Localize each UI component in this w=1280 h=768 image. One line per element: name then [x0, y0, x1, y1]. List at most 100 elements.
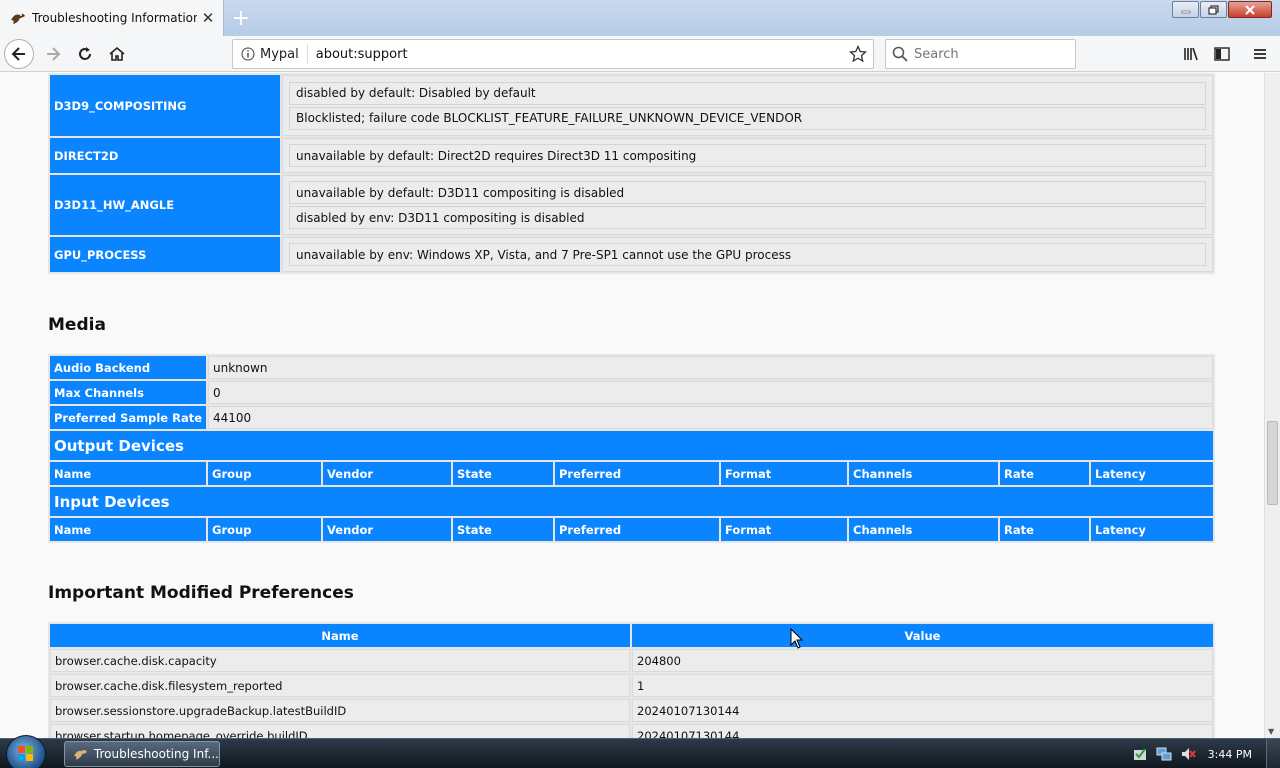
hamburger-menu-icon — [1254, 49, 1266, 59]
prefs-name-header[interactable]: Name — [50, 624, 630, 647]
table-row: Output Devices — [50, 431, 1213, 460]
minimize-button[interactable] — [1172, 1, 1199, 18]
media-value: 0 — [208, 381, 1213, 404]
start-button[interactable] — [6, 735, 46, 768]
reload-button[interactable] — [70, 39, 100, 69]
volume-muted-icon[interactable] — [1180, 746, 1196, 762]
feature-name: GPU_PROCESS — [50, 237, 280, 272]
media-label: Max Channels — [50, 381, 206, 404]
pref-value: 20240107130144 — [632, 699, 1213, 722]
feature-value: unavailable by env: Windows XP, Vista, a… — [289, 243, 1206, 266]
taskbar-item-label: Troubleshooting Inf... — [93, 747, 219, 761]
column-header: Name — [50, 462, 206, 485]
prefs-value-header[interactable]: Value — [632, 624, 1213, 647]
column-header: Preferred — [555, 462, 719, 485]
table-row: Name Group Vendor State Preferred Format… — [50, 462, 1213, 485]
table-row: Input Devices — [50, 487, 1213, 516]
column-header: Format — [721, 462, 847, 485]
pref-name: browser.startup.homepage_override.buildI… — [50, 724, 630, 738]
url-input[interactable] — [315, 46, 836, 62]
prefs-table: Name Value browser.cache.disk.capacity 2… — [48, 622, 1215, 738]
media-label: Audio Backend — [50, 356, 206, 379]
table-row: Name Group Vendor State Preferred Format… — [50, 518, 1213, 541]
media-section-title: Media — [48, 315, 106, 335]
home-icon — [109, 46, 125, 61]
column-header: Vendor — [323, 462, 451, 485]
taskbar: Troubleshooting Inf... 3:44 PM — [0, 735, 1280, 768]
back-button[interactable] — [4, 39, 34, 69]
scrollbar-thumb[interactable] — [1267, 421, 1278, 505]
library-button[interactable] — [1176, 39, 1206, 69]
scroll-down-arrow-icon[interactable]: ▼ — [1268, 727, 1274, 736]
feature-value: unavailable by default: D3D11 compositin… — [289, 181, 1206, 204]
restore-button[interactable] — [1200, 1, 1227, 18]
identity-box[interactable]: Mypal — [233, 44, 308, 64]
feature-values: unavailable by env: Windows XP, Vista, a… — [282, 237, 1213, 272]
new-tab-button[interactable]: + — [228, 5, 254, 31]
table-row: Name Value — [50, 624, 1213, 647]
feature-value: Blocklisted; failure code BLOCKLIST_FEAT… — [289, 106, 1206, 130]
pref-value: 1 — [632, 674, 1213, 697]
network-icon[interactable] — [1156, 746, 1172, 762]
clock[interactable]: 3:44 PM — [1208, 748, 1252, 761]
pref-name: browser.cache.disk.filesystem_reported — [50, 674, 630, 697]
reload-icon — [79, 47, 91, 60]
search-bar[interactable] — [885, 39, 1076, 69]
restore-icon — [1207, 4, 1219, 15]
menu-button[interactable] — [1245, 39, 1275, 69]
column-header: Latency — [1091, 462, 1213, 485]
media-value: unknown — [208, 356, 1213, 379]
table-row: GPU_PROCESS unavailable by env: Windows … — [50, 237, 1213, 272]
table-row: DIRECT2D unavailable by default: Direct2… — [50, 138, 1213, 173]
title-bar: Troubleshooting Information ✕ + — [0, 0, 1280, 36]
pref-name: browser.cache.disk.capacity — [50, 649, 630, 672]
forward-button[interactable] — [38, 39, 68, 69]
column-header: Latency — [1091, 518, 1213, 541]
pref-value: 204800 — [632, 649, 1213, 672]
bookmark-star-icon[interactable] — [849, 45, 867, 63]
column-header: State — [453, 518, 553, 541]
info-icon — [241, 47, 255, 61]
column-header: Format — [721, 518, 847, 541]
system-tray: 3:44 PM — [1128, 739, 1280, 768]
feature-name: DIRECT2D — [50, 138, 280, 173]
security-check-icon[interactable] — [1132, 746, 1148, 762]
url-bar[interactable]: Mypal — [232, 39, 874, 69]
feature-name: D3D11_HW_ANGLE — [50, 175, 280, 235]
close-window-button[interactable] — [1228, 1, 1272, 18]
pref-name: browser.sessionstore.upgradeBackup.lates… — [50, 699, 630, 722]
taskbar-item-troubleshooting[interactable]: Troubleshooting Inf... — [64, 741, 220, 767]
graphics-features-table: D3D9_COMPOSITING disabled by default: Di… — [48, 73, 1215, 274]
mouse-cursor-icon — [790, 628, 804, 649]
windows-logo-icon — [18, 746, 33, 761]
feature-values: unavailable by default: D3D11 compositin… — [282, 175, 1213, 235]
table-row: browser.cache.disk.capacity 204800 — [50, 649, 1213, 672]
input-devices-heading: Input Devices — [50, 487, 1213, 516]
table-row: browser.cache.disk.filesystem_reported 1 — [50, 674, 1213, 697]
search-input[interactable] — [914, 46, 1064, 62]
sidebar-button[interactable] — [1207, 39, 1237, 69]
column-header: Channels — [849, 518, 998, 541]
show-desktop-button[interactable] — [1266, 739, 1280, 768]
table-row: browser.sessionstore.upgradeBackup.lates… — [50, 699, 1213, 722]
tab-close-icon[interactable]: ✕ — [197, 7, 219, 29]
sidebar-icon — [1214, 47, 1230, 61]
tab-troubleshooting[interactable]: Troubleshooting Information ✕ — [0, 0, 224, 36]
media-table: Audio Backend unknown Max Channels 0 Pre… — [48, 354, 1215, 543]
feature-values: disabled by default: Disabled by default… — [282, 75, 1213, 136]
tab-title: Troubleshooting Information — [32, 11, 197, 25]
navigation-toolbar: Mypal — [0, 36, 1280, 72]
feature-value: disabled by env: D3D11 compositing is di… — [289, 206, 1206, 229]
minimize-icon — [1181, 10, 1190, 13]
home-button[interactable] — [102, 39, 132, 69]
table-row: Preferred Sample Rate 44100 — [50, 406, 1213, 429]
window-controls — [1171, 1, 1272, 18]
column-header: Group — [208, 462, 321, 485]
forward-arrow-icon — [47, 47, 61, 61]
column-header: Group — [208, 518, 321, 541]
column-header: Vendor — [323, 518, 451, 541]
mypal-app-icon — [73, 750, 87, 760]
feature-value: disabled by default: Disabled by default — [289, 81, 1206, 105]
search-icon — [892, 46, 908, 62]
vertical-scrollbar[interactable]: ▼ — [1264, 73, 1280, 738]
